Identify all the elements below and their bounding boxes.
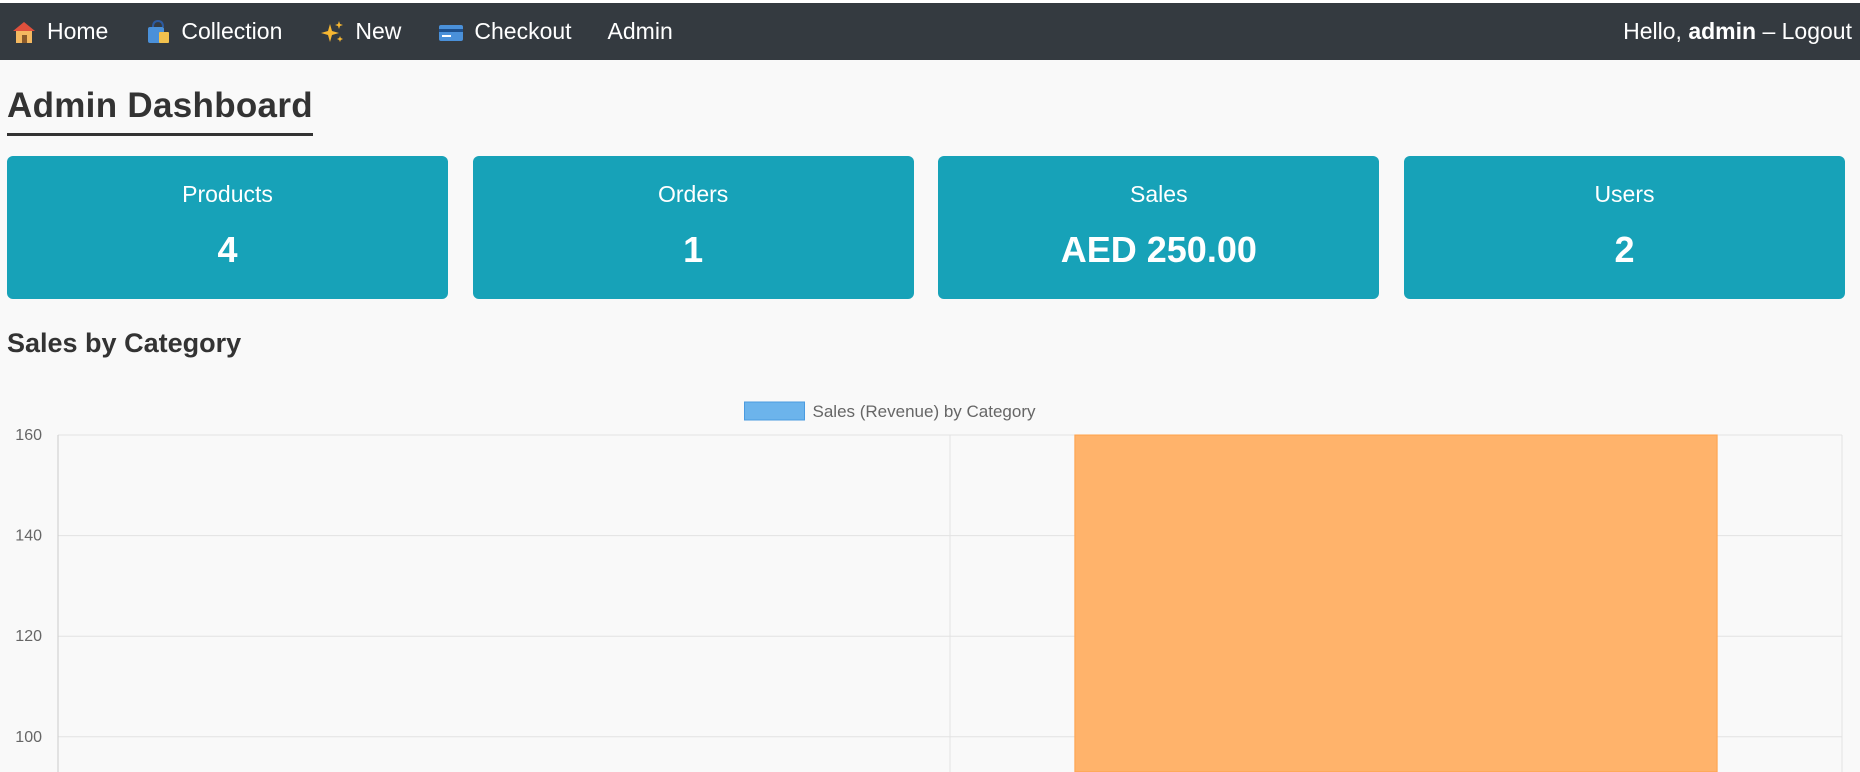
stat-value: AED 250.00	[1060, 229, 1257, 270]
stat-label: Orders	[658, 181, 729, 207]
stat-value: 1	[683, 229, 704, 270]
y-tick-label: 120	[15, 628, 42, 645]
nav-new[interactable]: New	[318, 18, 401, 46]
logout-link[interactable]: Logout	[1782, 18, 1852, 44]
greeting-text: Hello,	[1623, 18, 1682, 44]
nav-checkout-label: Checkout	[474, 18, 572, 44]
stat-card-users: Users 2	[1403, 156, 1845, 299]
legend-swatch	[744, 401, 805, 421]
legend-label: Sales (Revenue) by Category	[813, 402, 1037, 421]
nav-checkout[interactable]: Checkout	[437, 18, 572, 46]
stat-label: Products	[182, 181, 273, 207]
nav-collection[interactable]: Collection	[144, 18, 282, 46]
greeting-separator: –	[1762, 18, 1776, 44]
sparkles-icon	[318, 18, 346, 46]
bar	[1074, 434, 1718, 772]
nav-collection-label: Collection	[181, 18, 283, 44]
page-title: Admin Dashboard	[7, 87, 313, 136]
house-icon	[10, 18, 38, 46]
nav-new-label: New	[355, 18, 402, 44]
nav-home[interactable]: Home	[10, 18, 108, 46]
shopping-bags-icon	[144, 18, 172, 46]
credit-card-icon	[437, 18, 465, 46]
stat-value: 4	[217, 229, 238, 270]
sales-by-category-chart: 160 140 120 100 Sales (Revenue) by Category	[15, 401, 1843, 772]
stats-cards: Products 4 Orders 1 Sales AED 250.00 Use…	[7, 156, 1845, 299]
stat-card-sales: Sales AED 250.00	[938, 156, 1380, 299]
section-title: Sales by Category	[7, 328, 242, 358]
nav-admin-label: Admin	[607, 18, 673, 44]
stat-value: 2	[1614, 229, 1635, 270]
y-tick-label: 140	[15, 528, 42, 545]
y-tick-label: 100	[15, 729, 42, 746]
top-navbar: Home Collection New Checkout Admin Hello…	[0, 3, 1860, 60]
stat-label: Sales	[1130, 181, 1188, 207]
username: admin	[1688, 18, 1757, 44]
stat-card-products: Products 4	[7, 156, 448, 299]
y-tick-label: 160	[15, 427, 42, 444]
nav-admin[interactable]: Admin	[608, 18, 673, 45]
stat-label: Users	[1594, 181, 1655, 207]
stat-card-orders: Orders 1	[472, 156, 914, 299]
user-greeting: Hello, admin – Logout	[1623, 18, 1852, 45]
nav-home-label: Home	[47, 18, 109, 44]
